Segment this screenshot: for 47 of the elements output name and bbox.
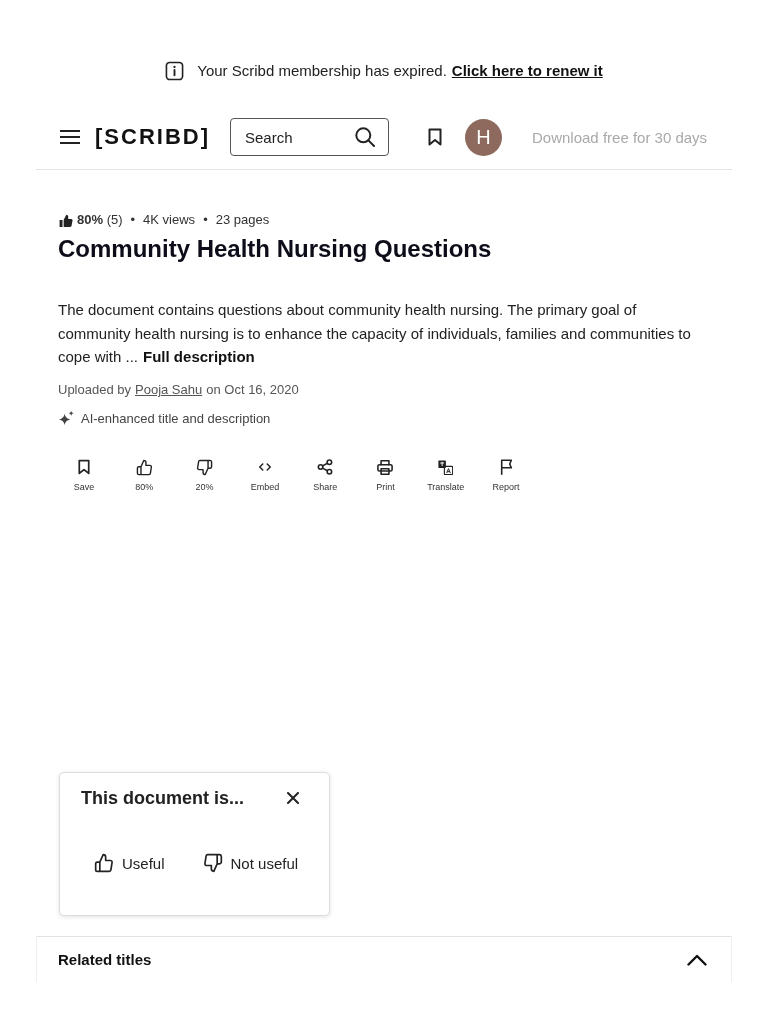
chevron-up-icon[interactable] [687, 953, 707, 966]
close-icon [287, 792, 299, 804]
translate-button[interactable]: Translate [419, 458, 472, 493]
code-brackets-icon [258, 463, 271, 471]
like-button[interactable]: 80% [118, 458, 171, 493]
share-button[interactable]: Share [299, 458, 352, 493]
search-field[interactable]: Search [230, 118, 389, 156]
document-stat: 4K views [143, 212, 196, 228]
thumbs-up-icon [94, 853, 114, 873]
thumbs-down-icon [202, 853, 223, 873]
full-description-link[interactable]: Full description [143, 348, 255, 365]
membership-notice: Your Scribd membership has expired. Click here to renew it [197, 61, 603, 81]
bullet-separator: • [203, 212, 208, 228]
author-link[interactable]: Pooja Sahu [135, 382, 203, 397]
share-icon [317, 459, 334, 475]
document-description: The document contains questions about community health nursing. The primary goal of community health nursing is to enhance the capacity of individuals, families and communities to cope with ... Full description [58, 300, 692, 367]
dislike-button[interactable]: 20% [178, 458, 231, 493]
avatar[interactable]: H [465, 118, 502, 156]
embed-button[interactable]: Embed [238, 458, 291, 493]
logo[interactable]: [SCRIBD] [95, 123, 210, 151]
not-useful-button[interactable]: Not useful [202, 853, 299, 873]
feedback-title: This document is... [81, 787, 245, 809]
section-heading: Related titles [58, 951, 152, 968]
ai-note-text: AI-enhanced title and description [81, 410, 271, 426]
renew-link[interactable]: Click here to renew it [451, 62, 603, 79]
thumbs-up-icon [59, 213, 73, 227]
document-title: Community Health Nursing Questions [58, 234, 493, 264]
flag-icon [499, 459, 513, 475]
bookmark-icon[interactable] [428, 128, 442, 146]
upload-info: Uploaded by Pooja Sahu on Oct 16, 2020 [58, 381, 300, 399]
save-button[interactable]: Save [58, 458, 110, 493]
search-icon[interactable] [355, 127, 375, 147]
sparkle-icon [59, 410, 74, 426]
document-stat: 23 pages [215, 212, 270, 228]
thumbs-down-icon [196, 458, 214, 476]
printer-icon [377, 459, 394, 475]
useful-button[interactable]: Useful [94, 853, 165, 873]
bullet-separator: • [130, 212, 136, 228]
info-icon [165, 61, 185, 81]
bookmark-icon [78, 459, 90, 475]
report-button[interactable]: Report [480, 458, 533, 493]
menu-icon[interactable] [60, 129, 80, 145]
translate-icon [438, 459, 454, 475]
print-button[interactable]: Print [359, 458, 412, 493]
rating-text: 80% (5) [77, 212, 123, 228]
thumbs-up-icon [135, 458, 153, 476]
close-button[interactable] [287, 792, 299, 804]
